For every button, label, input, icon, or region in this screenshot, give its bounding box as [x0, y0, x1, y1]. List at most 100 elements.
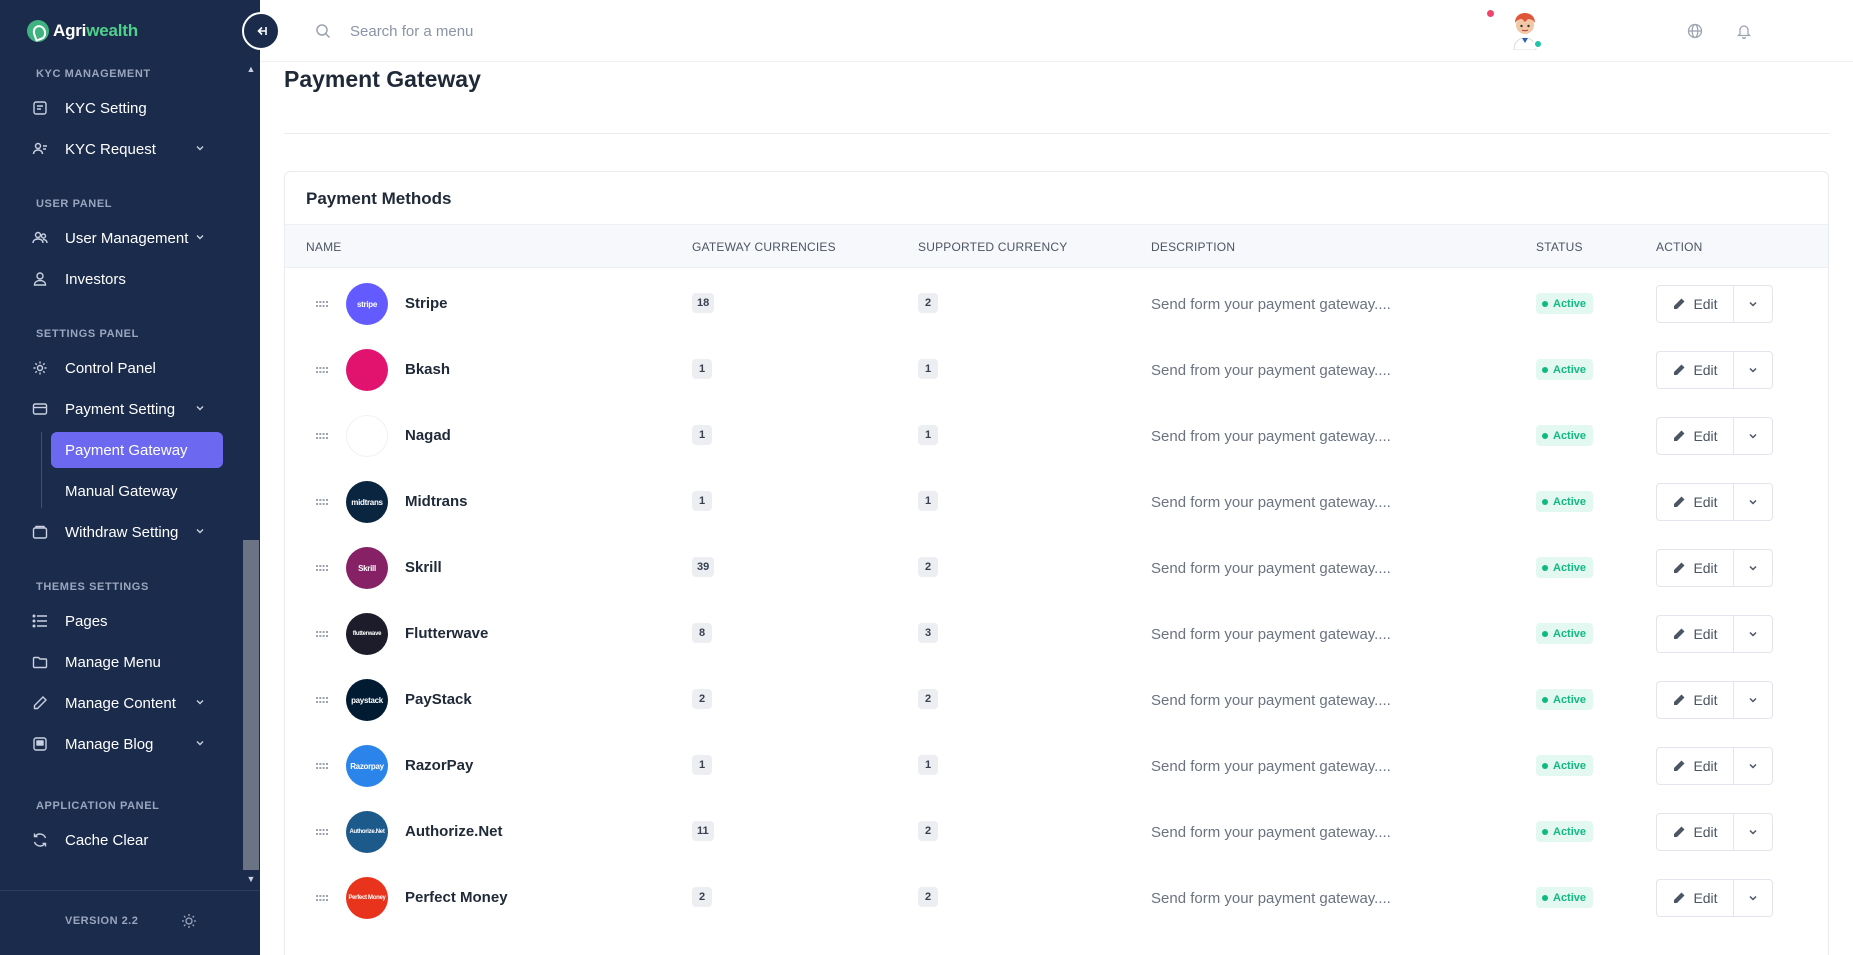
edit-button-label: Edit [1693, 494, 1718, 510]
sidebar-scrollbar-thumb[interactable] [243, 540, 259, 870]
status-badge: Active [1536, 557, 1594, 578]
sidebar-item-withdraw-setting[interactable]: Withdraw Setting [32, 514, 222, 550]
drag-handle-icon[interactable] [316, 565, 328, 571]
action-button-group: Edit [1656, 615, 1773, 653]
edit-button-label: Edit [1693, 692, 1718, 708]
sidebar-subitem-manual-gateway[interactable]: Manual Gateway [51, 473, 223, 509]
collapse-arrow-icon [257, 26, 267, 36]
row-actions-dropdown-button[interactable] [1733, 483, 1773, 521]
edit-button[interactable]: Edit [1656, 813, 1733, 851]
wallet-icon [32, 401, 48, 417]
row-actions-dropdown-button[interactable] [1733, 549, 1773, 587]
globe-icon[interactable] [1687, 23, 1703, 39]
sidebar-nav: KYC MANAGEMENT KYC Setting KYC Request U… [0, 60, 242, 890]
supported-currency-badge: 2 [918, 887, 938, 907]
sidebar-item-label: Cache Clear [65, 831, 149, 849]
status-dot [1542, 894, 1548, 901]
chevron-down-icon [196, 146, 204, 151]
gateway-description: Send from your payment gateway.... [1151, 362, 1391, 379]
status-dot [1542, 828, 1548, 835]
drag-handle-icon[interactable] [316, 631, 328, 637]
section-label-kyc: KYC MANAGEMENT [36, 68, 151, 80]
edit-button[interactable]: Edit [1656, 549, 1733, 587]
pencil-icon [1674, 496, 1685, 507]
edit-button[interactable]: Edit [1656, 615, 1733, 653]
gateway-name: Bkash [405, 361, 451, 378]
sidebar-subitem-payment-gateway[interactable]: Payment Gateway [51, 432, 223, 468]
drag-handle-icon[interactable] [316, 763, 328, 769]
sidebar-item-manage-menu[interactable]: Manage Menu [32, 644, 222, 680]
scroll-up-icon[interactable]: ▲ [246, 64, 256, 74]
sidebar-item-manage-blog[interactable]: Manage Blog [32, 726, 222, 762]
chevron-down-icon [1749, 367, 1757, 373]
status-label: Active [1553, 693, 1587, 706]
status-dot [1542, 432, 1548, 439]
search-input[interactable] [350, 16, 750, 46]
action-button-group: Edit [1656, 483, 1773, 521]
edit-button[interactable]: Edit [1656, 483, 1733, 521]
sidebar-item-cache-clear[interactable]: Cache Clear [32, 822, 222, 858]
drag-handle-icon[interactable] [316, 433, 328, 439]
sidebar-item-kyc-request[interactable]: KYC Request [32, 131, 222, 167]
chevron-down-icon [196, 406, 204, 411]
action-button-group: Edit [1656, 747, 1773, 785]
folder-icon [32, 654, 48, 670]
section-label-themes: THEMES SETTINGS [36, 581, 149, 593]
sidebar-item-label: KYC Request [65, 140, 156, 158]
edit-button[interactable]: Edit [1656, 681, 1733, 719]
column-header-description: DESCRIPTION [1151, 240, 1236, 254]
supported-currency-badge: 2 [918, 689, 938, 709]
edit-button-label: Edit [1693, 560, 1718, 576]
row-actions-dropdown-button[interactable] [1733, 813, 1773, 851]
sidebar-item-manage-content[interactable]: Manage Content [32, 685, 222, 721]
brand-logo[interactable]: Agriwealth [27, 18, 138, 44]
edit-button[interactable]: Edit [1656, 351, 1733, 389]
row-actions-dropdown-button[interactable] [1733, 351, 1773, 389]
sidebar-item-investors[interactable]: Investors [32, 261, 222, 297]
status-badge: Active [1536, 689, 1594, 710]
sidebar-item-user-management[interactable]: User Management [32, 220, 222, 256]
row-actions-dropdown-button[interactable] [1733, 417, 1773, 455]
edit-button[interactable]: Edit [1656, 879, 1733, 917]
drag-handle-icon[interactable] [316, 367, 328, 373]
gateway-logo [346, 415, 388, 457]
collapse-sidebar-button[interactable] [242, 12, 280, 50]
gateway-logo: Skrill [346, 547, 388, 589]
edit-button[interactable]: Edit [1656, 747, 1733, 785]
row-actions-dropdown-button[interactable] [1733, 879, 1773, 917]
pencil-icon [1674, 430, 1685, 441]
search-icon [316, 24, 331, 39]
edit-button-label: Edit [1693, 824, 1718, 840]
status-label: Active [1553, 363, 1587, 376]
status-badge: Active [1536, 425, 1594, 446]
drag-handle-icon[interactable] [316, 499, 328, 505]
sidebar-item-kyc-setting[interactable]: KYC Setting [32, 90, 222, 126]
action-button-group: Edit [1656, 549, 1773, 587]
edit-button-label: Edit [1693, 296, 1718, 312]
drag-handle-icon[interactable] [316, 301, 328, 307]
row-actions-dropdown-button[interactable] [1733, 615, 1773, 653]
edit-button[interactable]: Edit [1656, 285, 1733, 323]
drag-handle-icon[interactable] [316, 697, 328, 703]
supported-currency-badge: 1 [918, 359, 938, 379]
drag-handle-icon[interactable] [316, 829, 328, 835]
supported-currency-badge: 2 [918, 821, 938, 841]
column-header-name: NAME [306, 240, 342, 254]
column-header-supported-currency: SUPPORTED CURRENCY [918, 240, 1068, 254]
row-actions-dropdown-button[interactable] [1733, 747, 1773, 785]
sun-icon[interactable] [181, 913, 197, 929]
gateway-logo-text: Authorize.Net [349, 829, 385, 835]
edit-button[interactable]: Edit [1656, 417, 1733, 455]
gateway-description: Send form your payment gateway.... [1151, 758, 1391, 775]
sidebar-item-control-panel[interactable]: Control Panel [32, 350, 222, 386]
scroll-down-icon[interactable]: ▼ [246, 874, 256, 884]
drag-handle-icon[interactable] [316, 895, 328, 901]
row-actions-dropdown-button[interactable] [1733, 285, 1773, 323]
sidebar-item-payment-setting[interactable]: Payment Setting [32, 391, 222, 427]
sidebar-item-pages[interactable]: Pages [32, 603, 222, 639]
bell-icon[interactable] [1736, 23, 1752, 39]
payment-methods-card: Payment Methods NAME GATEWAY CURRENCIES … [284, 171, 1829, 955]
row-actions-dropdown-button[interactable] [1733, 681, 1773, 719]
gateway-name: Stripe [405, 295, 448, 312]
gateway-description: Send form your payment gateway.... [1151, 626, 1391, 643]
